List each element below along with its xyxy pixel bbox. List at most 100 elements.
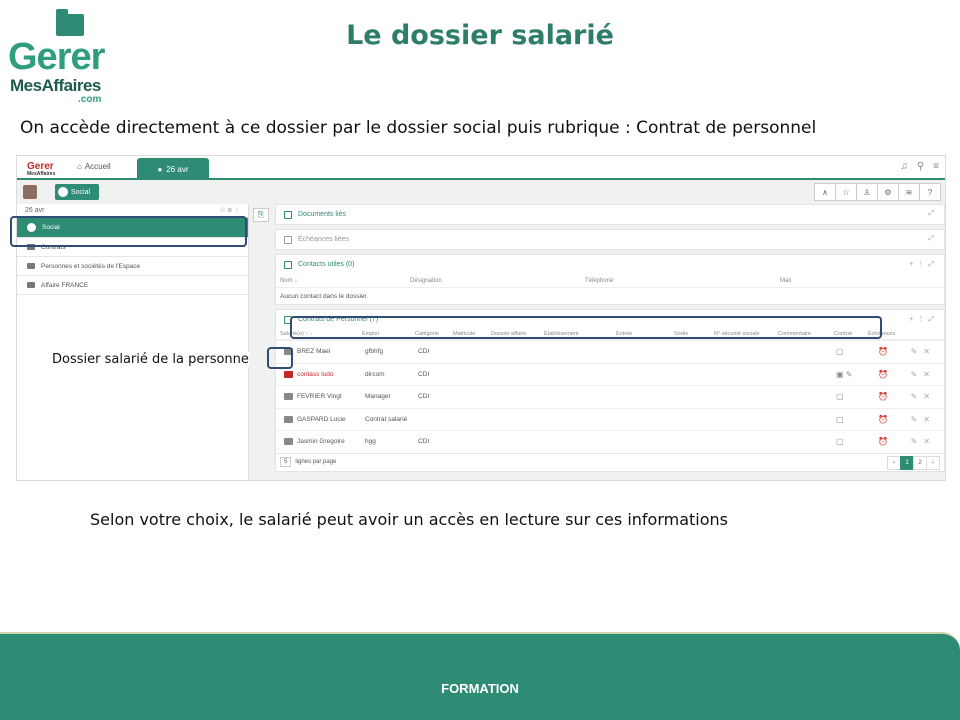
alarm-icon[interactable]: ⏰ bbox=[878, 347, 888, 356]
sidebar-item-contrats[interactable]: Contrats bbox=[17, 238, 248, 257]
column-header[interactable]: N° sécurité sociale bbox=[714, 331, 778, 337]
left-panel-header: 26 avr ⚇ ⚙ ⋮ bbox=[17, 204, 248, 218]
more-icon[interactable]: ⚇ ⚙ ⋮ bbox=[220, 207, 240, 214]
employee-name[interactable]: Jasmin Gregoire bbox=[297, 438, 365, 445]
box-actions[interactable]: +⋮⤢ bbox=[909, 315, 938, 324]
column-header[interactable]: Désignation bbox=[410, 278, 585, 284]
sidebar-item-label: Personnes et sociétés de l'Espace bbox=[41, 262, 141, 270]
table-row[interactable]: contass ludo dircom CDI ▣ ✎ ⏰ ✎✕ bbox=[276, 362, 944, 386]
folder-icon bbox=[27, 282, 35, 288]
contract-file-icon[interactable]: ▢ bbox=[836, 392, 844, 401]
gear-icon[interactable]: ⚙ bbox=[877, 183, 899, 201]
column-header[interactable]: Dossier affaire bbox=[491, 331, 544, 337]
alarm-icon[interactable]: ⏰ bbox=[878, 437, 888, 446]
table-row[interactable]: BREZ Mael gfbhfg CDI ▢ ⏰ ✎✕ bbox=[276, 340, 944, 363]
contract-file-icon[interactable]: ▢ bbox=[836, 437, 844, 446]
row-actions[interactable]: ✎✕ bbox=[911, 415, 936, 424]
next-page-button[interactable]: › bbox=[926, 455, 940, 470]
logo-line2: MesAffaires bbox=[10, 76, 101, 95]
table-row[interactable]: GASPARD Lucie Contrat salarié ▢ ⏰ ✎✕ bbox=[276, 407, 944, 431]
app-logo[interactable]: Gerer MesAffaires bbox=[27, 158, 57, 178]
folder-icon[interactable] bbox=[284, 370, 293, 378]
side-note: Dossier salarié de la personne bbox=[52, 352, 249, 367]
contacts-box: Contacts utiles (0) +⋮⤢ Nom ↓ Désignatio… bbox=[275, 254, 945, 305]
user-icon[interactable]: ♙ bbox=[856, 183, 878, 201]
table-row[interactable]: Jasmin Gregoire hgg CDI ▢ ⏰ ✎✕ bbox=[276, 430, 944, 453]
folder-icon[interactable] bbox=[284, 393, 293, 401]
footer-band: FORMATION bbox=[0, 632, 960, 720]
bell-icon[interactable]: ♫ bbox=[900, 161, 908, 172]
sidebar-item-social[interactable]: Social bbox=[17, 218, 248, 238]
folder-icon[interactable] bbox=[284, 348, 293, 356]
column-header[interactable]: Catégorie bbox=[415, 331, 453, 337]
column-header[interactable]: Commentaire bbox=[778, 331, 834, 337]
contract-file-icon[interactable]: ▢ bbox=[836, 347, 844, 356]
column-header[interactable]: Sortie bbox=[674, 331, 714, 337]
expand-icon[interactable]: ⤢ bbox=[928, 235, 938, 243]
menu-icon[interactable]: ≡ bbox=[933, 161, 939, 172]
column-header[interactable]: Établissement bbox=[544, 331, 616, 337]
toolbar: ∧ ☆ ♙ ⚙ ≋ ? bbox=[814, 183, 941, 201]
social-chip-label: Social bbox=[71, 188, 91, 196]
contracts-header[interactable]: Contrats de Personnel (7) +⋮⤢ bbox=[276, 310, 944, 329]
prev-page-button[interactable]: ‹ bbox=[887, 455, 901, 470]
column-header[interactable]: Salarié(e) ↑ ↓ bbox=[280, 331, 362, 337]
column-header[interactable]: Emploi bbox=[362, 331, 415, 337]
search-icon[interactable]: ⚲ bbox=[917, 161, 924, 172]
column-header[interactable]: Mail bbox=[780, 278, 791, 284]
expand-icon[interactable]: ⤢ bbox=[928, 210, 938, 218]
employee-name[interactable]: BREZ Mael bbox=[297, 348, 365, 355]
employee-name[interactable]: FEVRIER Vingt bbox=[297, 393, 365, 400]
alarm-icon[interactable]: ⏰ bbox=[878, 370, 888, 379]
employee-name[interactable]: GASPARD Lucie bbox=[297, 416, 365, 423]
sidebar-item-personnes[interactable]: Personnes et sociétés de l'Espace bbox=[17, 257, 248, 276]
sidebar-item-affaire[interactable]: Affaire FRANCE bbox=[17, 276, 248, 295]
column-header[interactable]: Contrat bbox=[834, 331, 868, 337]
column-header[interactable]: Matricule bbox=[453, 331, 491, 337]
folder-icon[interactable] bbox=[284, 415, 293, 423]
pagination: ‹ 1 2 › bbox=[887, 455, 940, 470]
folder-icon: ● bbox=[157, 164, 163, 174]
contract-file-icon[interactable]: ▣ ✎ bbox=[836, 370, 852, 379]
column-header[interactable]: Téléphone bbox=[585, 278, 780, 284]
link-doc-icon[interactable]: ⎘ bbox=[253, 208, 269, 222]
employee-category: CDI bbox=[418, 348, 430, 356]
row-actions[interactable]: ✎✕ bbox=[911, 392, 936, 401]
box-actions[interactable]: +⋮⤢ bbox=[909, 260, 938, 269]
column-header[interactable]: Échéances bbox=[868, 331, 895, 337]
contract-icon bbox=[284, 315, 292, 324]
left-panel: 26 avr ⚇ ⚙ ⋮ Social Contrats Personnes e… bbox=[17, 204, 249, 480]
column-header[interactable]: Nom ↓ bbox=[280, 278, 410, 284]
tab-accueil[interactable]: ⌂ Accueil bbox=[77, 162, 111, 171]
row-actions[interactable]: ✎✕ bbox=[911, 347, 936, 356]
alarm-icon[interactable]: ⏰ bbox=[878, 415, 888, 424]
column-header[interactable]: Entrée bbox=[616, 331, 674, 337]
contacts-empty-message: Aucun contact dans le dossier. bbox=[280, 292, 369, 300]
row-actions[interactable]: ✎✕ bbox=[911, 437, 936, 446]
space-icon[interactable] bbox=[23, 185, 37, 199]
folder-icon bbox=[27, 263, 35, 269]
alarm-icon[interactable]: ⏰ bbox=[878, 392, 888, 401]
row-actions[interactable]: ✎✕ bbox=[911, 370, 936, 379]
folder-icon bbox=[27, 223, 36, 232]
tab-accueil-label: Accueil bbox=[84, 162, 111, 171]
contract-file-icon[interactable]: ▢ bbox=[836, 415, 844, 424]
contacts-title: Contacts utiles (0) bbox=[298, 261, 355, 268]
social-chip[interactable]: Social bbox=[55, 184, 99, 200]
alarm-icon bbox=[284, 235, 292, 244]
star-icon[interactable]: ☆ bbox=[835, 183, 857, 201]
page-button[interactable]: 2 bbox=[913, 455, 927, 470]
contacts-header[interactable]: Contacts utiles (0) +⋮⤢ bbox=[276, 255, 944, 274]
page-size-select[interactable]: 5 bbox=[280, 457, 292, 467]
page-button[interactable]: 1 bbox=[900, 455, 914, 470]
chevron-up-icon[interactable]: ∧ bbox=[814, 183, 836, 201]
echeances-header[interactable]: Échéances liées ⤢ bbox=[276, 230, 944, 249]
app-logo-line2: MesAffaires bbox=[27, 171, 56, 177]
folder-icon[interactable] bbox=[284, 438, 293, 446]
employee-name[interactable]: contass ludo bbox=[297, 371, 365, 378]
help-icon[interactable]: ? bbox=[919, 183, 941, 201]
stack-icon[interactable]: ≋ bbox=[898, 183, 920, 201]
tab-26-avr[interactable]: ● 26 avr bbox=[137, 158, 209, 180]
documents-header[interactable]: Documents liés ⤢ bbox=[276, 205, 944, 224]
table-row[interactable]: FEVRIER Vingt Manager CDI ▢ ⏰ ✎✕ bbox=[276, 385, 944, 408]
